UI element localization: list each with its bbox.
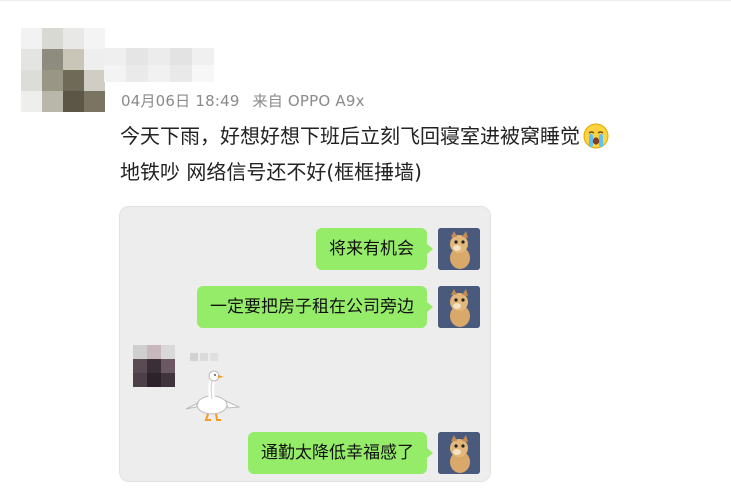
post-body: 今天下雨，好想好想下班后立刻飞回寝室进被窝睡觉 地铁吵 网络信号还不好(框框捶墙… xyxy=(120,118,720,190)
poster-avatar[interactable] xyxy=(21,28,105,112)
self-avatar xyxy=(438,432,480,474)
chat-bubble: 一定要把房子租在公司旁边 xyxy=(197,286,433,328)
chat-message-right: 一定要把房子租在公司旁边 xyxy=(197,286,480,328)
other-name-blurred xyxy=(190,353,230,363)
post-meta: 04月06日 18:49 来自 OPPO A9x xyxy=(121,90,365,111)
crying-face-icon xyxy=(583,123,609,149)
other-avatar-blurred xyxy=(133,345,175,387)
goose-sticker xyxy=(182,367,242,423)
top-divider xyxy=(0,0,731,1)
post-text-line-1: 今天下雨，好想好想下班后立刻飞回寝室进被窝睡觉 xyxy=(120,124,580,148)
post-datetime: 04月06日 18:49 xyxy=(121,92,240,110)
chat-bubble: 将来有机会 xyxy=(316,228,433,270)
post-text-line-2: 地铁吵 网络信号还不好(框框捶墙) xyxy=(120,160,422,184)
post-source: 来自 OPPO A9x xyxy=(252,92,365,110)
post-line-1: 今天下雨，好想好想下班后立刻飞回寝室进被窝睡觉 xyxy=(120,118,720,154)
self-avatar xyxy=(438,228,480,270)
chat-message-right: 将来有机会 xyxy=(316,228,480,270)
self-avatar xyxy=(438,286,480,328)
post-line-2: 地铁吵 网络信号还不好(框框捶墙) xyxy=(120,154,720,190)
chat-message-right: 通勤太降低幸福感了 xyxy=(248,432,480,474)
poster-username-blurred[interactable] xyxy=(104,48,214,82)
chat-bubble: 通勤太降低幸福感了 xyxy=(248,432,433,474)
chat-screenshot-image[interactable]: 将来有机会 一定要把房子租在公司旁边 通勤太降低幸福感了 xyxy=(119,206,491,482)
